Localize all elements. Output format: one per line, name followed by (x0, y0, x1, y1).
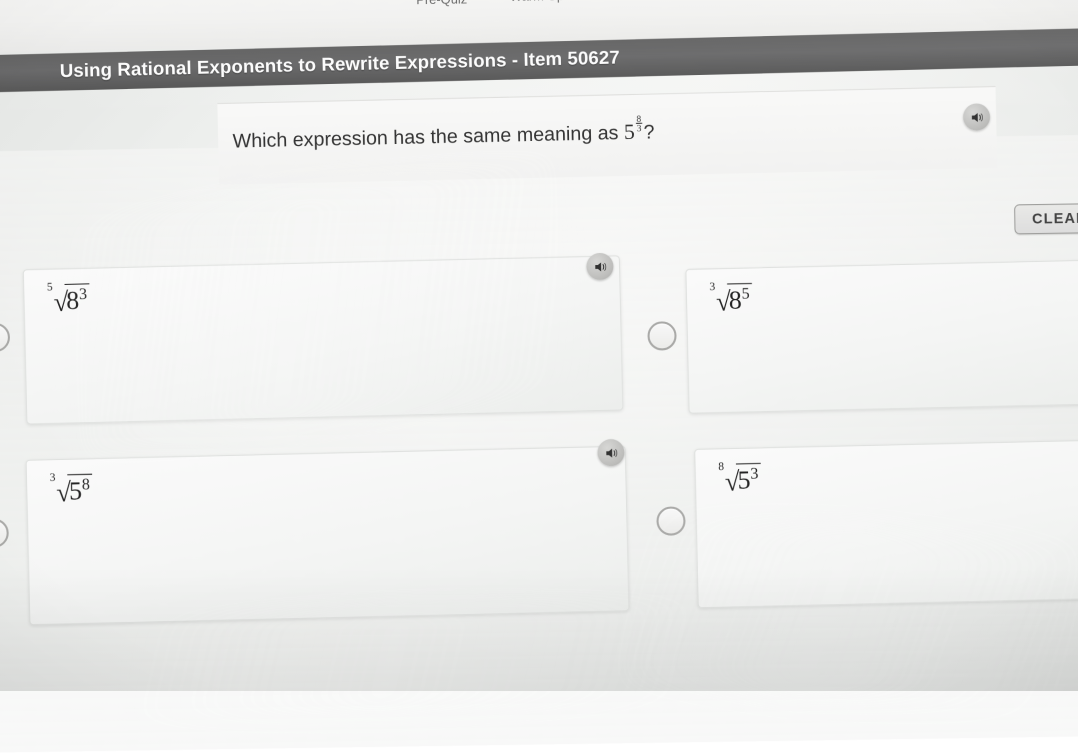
answer-expression-a: 5 √83 (46, 281, 90, 318)
stepper-step-pre-quiz[interactable]: 1 Pre-Quiz (392, 0, 492, 8)
clear-button[interactable]: CLEAR (1014, 203, 1078, 235)
speaker-icon (605, 448, 617, 458)
answer-expression-c: 3 √58 (49, 471, 93, 508)
radical-d: 8 √53 (718, 460, 761, 497)
stepper-label-2: Warm Up (487, 0, 587, 4)
radical-index-d: 8 (718, 460, 725, 474)
answer-card-a[interactable]: 5 √83 (22, 255, 624, 425)
radical-a: 5 √83 (46, 281, 90, 318)
radicand-base-b: 8 (728, 286, 743, 315)
radicand-base-d: 5 (737, 466, 751, 495)
speaker-icon (594, 261, 606, 271)
radicand-c: 58 (67, 473, 93, 507)
radicand-a: 83 (64, 283, 90, 317)
radicand-base-c: 5 (68, 477, 83, 506)
question-base: 5 (623, 119, 636, 145)
radical-c: 3 √58 (49, 471, 93, 508)
radicand-exponent-b: 5 (741, 285, 750, 303)
lesson-title: Using Rational Exponents to Rewrite Expr… (59, 46, 621, 82)
exponent-denominator: 3 (636, 122, 642, 134)
question-panel: Which expression has the same meaning as… (217, 86, 998, 185)
answer-card-c[interactable]: 3 √58 (25, 445, 630, 626)
answer-card-d[interactable]: 8 √53 (694, 439, 1078, 609)
radical-index-b: 3 (709, 280, 716, 294)
radicand-exponent-a: 3 (78, 285, 88, 304)
speaker-icon (971, 112, 983, 122)
question-text: Which expression has the same meaning as… (232, 113, 655, 154)
question-suffix: ? (643, 121, 655, 144)
answer-expression-d: 8 √53 (718, 460, 761, 497)
radicand-d: 53 (736, 462, 761, 496)
radicand-base-a: 8 (65, 286, 80, 316)
answer-expression-b: 3 √85 (709, 280, 753, 317)
question-fraction-exponent: 83 (635, 113, 643, 134)
stepper-step-warm-up[interactable]: 2 Warm Up (487, 0, 587, 4)
answer-card-b[interactable]: 3 √85 (685, 259, 1078, 414)
radical-b: 3 √85 (709, 280, 753, 317)
radicand-exponent-d: 3 (750, 465, 759, 483)
question-prefix: Which expression has the same meaning as (232, 122, 625, 153)
radical-index-c: 3 (49, 471, 56, 485)
stepper-label-1: Pre-Quiz (392, 0, 492, 8)
screen-content: Math Welcome, Hanan 1 Pre-Quiz 2 Warm Up… (0, 0, 1078, 754)
radicand-b: 85 (727, 282, 753, 316)
radical-index-a: 5 (46, 281, 53, 294)
radicand-exponent-c: 8 (81, 475, 91, 494)
